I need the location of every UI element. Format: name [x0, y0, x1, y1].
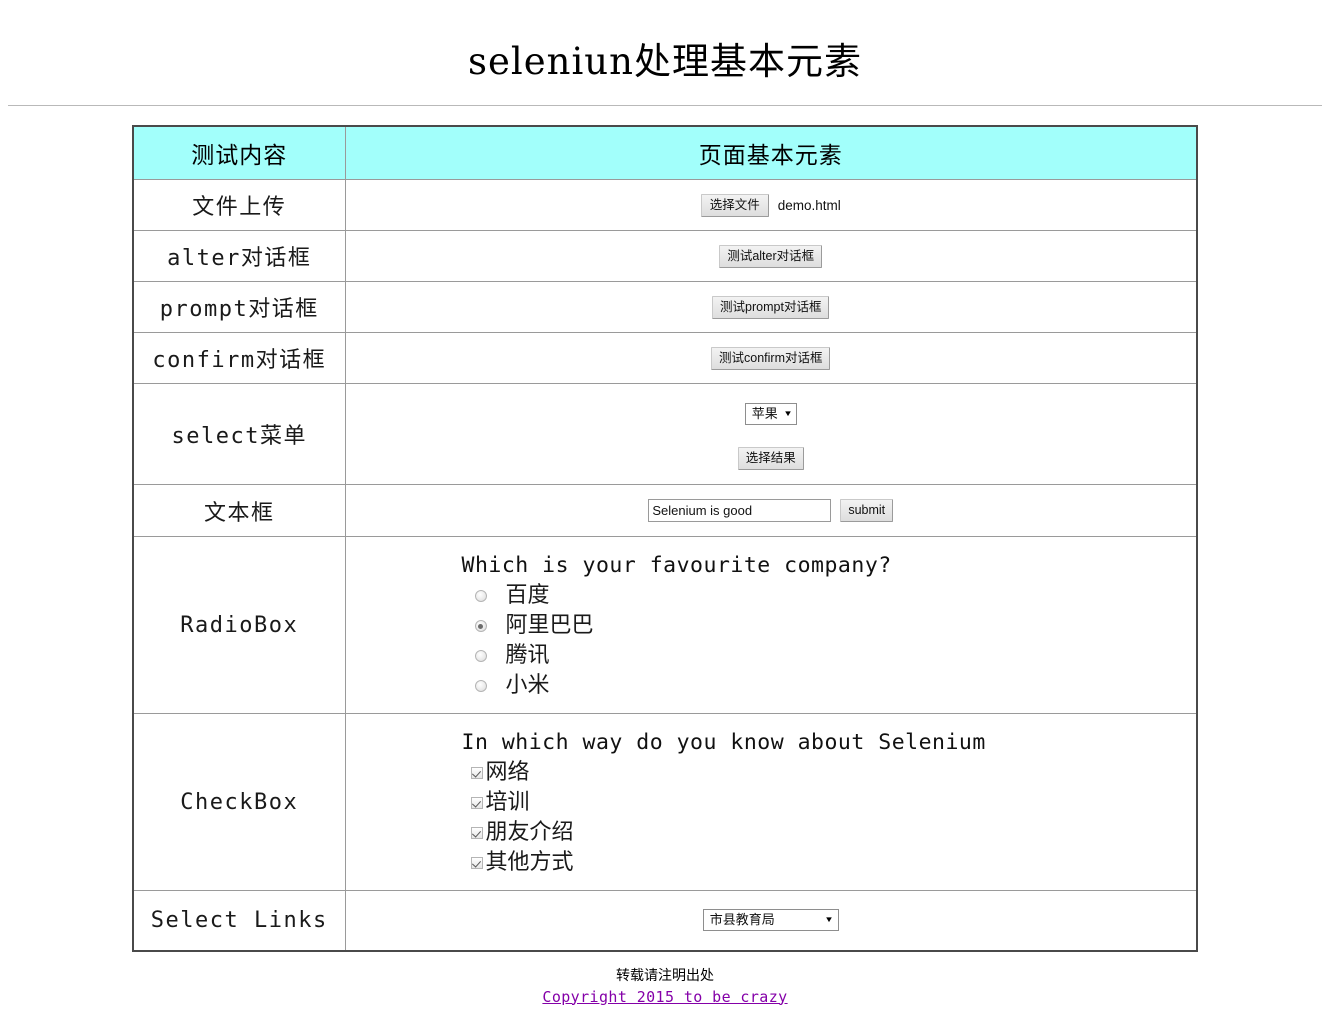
radio-icon-xiaomi[interactable] — [474, 680, 487, 692]
header-page-elements: 页面基本元素 — [344, 125, 1198, 180]
table-row-confirm-dialog: confirm对话框 测试confirm对话框 — [132, 332, 1198, 384]
label-textbox: 文本框 — [132, 484, 346, 537]
table-row-file-upload: 文件上传 选择文件 demo.html — [132, 179, 1198, 231]
radio-label-baidu: 百度 — [505, 583, 550, 608]
radio-icon-baidu[interactable] — [474, 590, 487, 602]
chevron-down-icon: ▼ — [783, 408, 793, 418]
radio-group: Which is your favourite company? 百度 阿里巴巴… — [346, 549, 1197, 701]
checkbox-option-training[interactable]: 培训 — [462, 788, 1197, 818]
copyright-link[interactable]: Copyright 2015 to be crazy — [542, 988, 787, 1006]
textbox-group: submit — [346, 499, 1197, 522]
checkbox-option-network[interactable]: 网络 — [462, 758, 1197, 788]
select-menu-group: 苹果 ▼ 选择结果 — [346, 399, 1197, 470]
checkbox-icon-other[interactable] — [470, 857, 483, 869]
header-test-content: 测试内容 — [132, 125, 346, 180]
test-confirm-button[interactable]: 测试confirm对话框 — [711, 346, 831, 370]
search-text-input[interactable] — [648, 499, 832, 522]
radio-icon-tencent[interactable] — [474, 650, 487, 662]
table-row-checkbox: CheckBox In which way do you know about … — [132, 713, 1198, 891]
checkbox-question: In which way do you know about Selenium — [461, 730, 986, 755]
checkbox-icon-network[interactable] — [470, 767, 483, 779]
checkbox-group: In which way do you know about Selenium … — [346, 726, 1197, 878]
radio-option-alibaba[interactable]: 阿里巴巴 — [462, 611, 1197, 641]
table-row-radiobox: RadioBox Which is your favourite company… — [132, 536, 1198, 714]
radio-option-tencent[interactable]: 腾讯 — [462, 641, 1197, 671]
cell-select-menu: 苹果 ▼ 选择结果 — [344, 383, 1198, 485]
page-title: seleniun处理基本元素 — [468, 40, 862, 83]
cell-confirm-dialog: 测试confirm对话框 — [344, 332, 1198, 384]
links-select-value: 市县教育局 — [709, 912, 775, 928]
label-select-menu: select菜单 — [132, 383, 346, 485]
table-row-textbox: 文本框 submit — [132, 484, 1198, 537]
links-select[interactable]: 市县教育局 ▼ — [702, 909, 839, 932]
selected-file-name: demo.html — [777, 197, 841, 213]
cell-textbox: submit — [344, 484, 1198, 537]
label-checkbox: CheckBox — [132, 713, 346, 891]
checkbox-label-network: 网络 — [485, 760, 530, 785]
cell-radiobox: Which is your favourite company? 百度 阿里巴巴… — [344, 536, 1198, 714]
label-file-upload: 文件上传 — [132, 179, 346, 231]
table-header-row: 测试内容 页面基本元素 — [132, 125, 1198, 180]
radio-option-xiaomi[interactable]: 小米 — [462, 671, 1197, 701]
label-alert-dialog: alter对话框 — [132, 230, 346, 282]
checkbox-icon-training[interactable] — [470, 797, 483, 809]
cell-alert-dialog: 测试alter对话框 — [344, 230, 1198, 282]
checkbox-label-training: 培训 — [485, 790, 530, 815]
radio-label-alibaba: 阿里巴巴 — [505, 613, 594, 638]
page-footer: 转载请注明出处 Copyright 2015 to be crazy — [0, 964, 1330, 1009]
chevron-down-icon-links: ▼ — [824, 915, 834, 925]
cell-prompt-dialog: 测试prompt对话框 — [344, 281, 1198, 333]
table-row-select-links: Select Links 市县教育局 ▼ — [132, 890, 1198, 951]
fruit-select-value: 苹果 — [751, 405, 778, 421]
test-alert-button[interactable]: 测试alter对话框 — [719, 244, 823, 268]
title-divider — [8, 105, 1322, 106]
label-select-links: Select Links — [132, 890, 346, 951]
submit-button[interactable]: submit — [840, 499, 894, 522]
cell-select-links: 市县教育局 ▼ — [344, 890, 1198, 951]
checkbox-option-other[interactable]: 其他方式 — [462, 848, 1197, 878]
checkbox-option-friend[interactable]: 朋友介绍 — [462, 818, 1197, 848]
table-container: 测试内容 页面基本元素 文件上传 选择文件 demo.html alter对话框… — [0, 125, 1330, 952]
choose-file-button[interactable]: 选择文件 — [700, 193, 769, 217]
radio-question: Which is your favourite company? — [461, 553, 892, 578]
radio-label-xiaomi: 小米 — [505, 673, 550, 698]
table-row-alert-dialog: alter对话框 测试alter对话框 — [132, 230, 1198, 282]
fruit-select[interactable]: 苹果 ▼ — [744, 402, 797, 425]
footer-note: 转载请注明出处 — [616, 966, 714, 983]
basic-elements-table: 测试内容 页面基本元素 文件上传 选择文件 demo.html alter对话框… — [132, 125, 1198, 952]
checkbox-label-other: 其他方式 — [485, 850, 574, 875]
test-prompt-button[interactable]: 测试prompt对话框 — [712, 295, 830, 319]
checkbox-label-friend: 朋友介绍 — [485, 820, 574, 845]
select-result-button[interactable]: 选择结果 — [737, 446, 804, 470]
radio-icon-alibaba[interactable] — [474, 620, 487, 632]
cell-checkbox: In which way do you know about Selenium … — [344, 713, 1198, 891]
label-radiobox: RadioBox — [132, 536, 346, 714]
radio-label-tencent: 腾讯 — [505, 643, 550, 668]
cell-file-upload: 选择文件 demo.html — [344, 179, 1198, 231]
table-row-select-menu: select菜单 苹果 ▼ 选择结果 — [132, 383, 1198, 485]
label-prompt-dialog: prompt对话框 — [132, 281, 346, 333]
radio-option-baidu[interactable]: 百度 — [462, 581, 1197, 611]
label-confirm-dialog: confirm对话框 — [132, 332, 346, 384]
file-input-group: 选择文件 demo.html — [346, 193, 1197, 217]
table-row-prompt-dialog: prompt对话框 测试prompt对话框 — [132, 281, 1198, 333]
checkbox-icon-friend[interactable] — [470, 827, 483, 839]
